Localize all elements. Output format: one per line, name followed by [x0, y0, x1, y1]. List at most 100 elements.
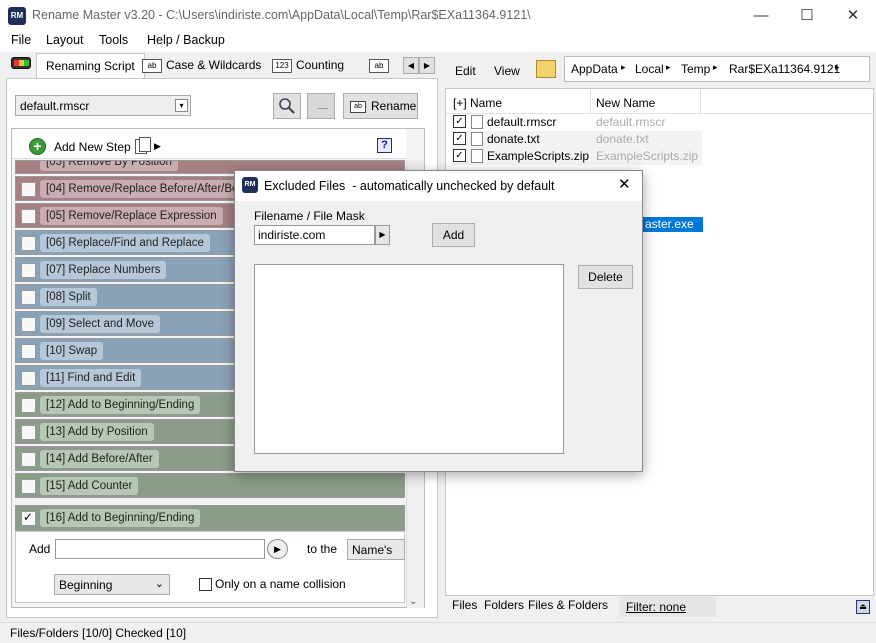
file-checkbox[interactable]: ✓: [453, 132, 466, 145]
menu-file[interactable]: File: [11, 33, 31, 47]
add-new-step-button[interactable]: Add New Step: [54, 140, 131, 154]
step-checkbox[interactable]: [21, 209, 36, 224]
step-label: [15] Add Counter: [40, 477, 139, 495]
script-traffic-icon: [11, 57, 31, 69]
tab-counting[interactable]: 123 Counting: [272, 55, 344, 77]
view-menu[interactable]: View: [494, 64, 520, 78]
breadcrumb-temp[interactable]: Temp: [681, 62, 710, 76]
step-checkbox[interactable]: [21, 452, 36, 467]
case-icon: ab: [142, 58, 162, 73]
tab-label: Counting: [296, 58, 345, 72]
folder-up-icon[interactable]: [536, 60, 556, 78]
step-checkbox[interactable]: [21, 371, 36, 386]
file-new-name: donate.txt: [596, 132, 649, 146]
dialog-close-button[interactable]: ✕: [618, 175, 631, 193]
tab-case-wildcards[interactable]: ab Case & Wildcards: [142, 55, 261, 77]
delete-mask-button[interactable]: Delete: [578, 265, 633, 289]
tab-files-folders[interactable]: Files & Folders: [528, 598, 608, 612]
add-text-input[interactable]: [55, 539, 265, 559]
dialog-app-icon: RM: [242, 177, 258, 193]
tab-renaming-script[interactable]: Renaming Script: [36, 53, 145, 78]
column-divider: [590, 90, 591, 114]
step-label: [05] Remove/Replace Expression: [40, 207, 223, 225]
breadcrumb-separator-icon: ▸: [835, 62, 840, 72]
column-name-header[interactable]: [+] Name: [453, 96, 502, 110]
mask-input[interactable]: indiriste.com: [254, 225, 375, 245]
menu-tools[interactable]: Tools: [99, 33, 128, 47]
magnifier-icon: [279, 98, 295, 114]
dialog-title: Excluded Files - automatically unchecked…: [264, 179, 555, 193]
minimize-button[interactable]: —: [738, 0, 784, 31]
step-checkbox[interactable]: [21, 479, 36, 494]
file-icon: [471, 115, 483, 129]
menu-help-backup[interactable]: Help / Backup: [147, 33, 225, 47]
edit-menu[interactable]: Edit: [455, 64, 476, 78]
menu-layout[interactable]: Layout: [46, 33, 84, 47]
step-checkbox[interactable]: [21, 425, 36, 440]
tab-files[interactable]: Files: [452, 598, 477, 612]
eject-icon[interactable]: ⏏: [856, 600, 870, 614]
tab-scroll-right-button[interactable]: ▶: [419, 57, 435, 74]
selected-file-fragment[interactable]: aster.exe: [643, 217, 703, 232]
help-icon[interactable]: ?: [377, 138, 392, 153]
steps-menu-icon[interactable]: ▶: [135, 137, 161, 157]
breadcrumb-rar[interactable]: Rar$EXa11364.9121: [729, 62, 840, 76]
column-divider: [700, 90, 701, 114]
step-checkbox[interactable]: [21, 317, 36, 332]
collision-label: Only on a name collision: [215, 577, 346, 591]
file-list-header: [446, 89, 873, 114]
step-label: [14] Add Before/After: [40, 450, 159, 468]
step-checkbox[interactable]: ✓: [21, 510, 36, 526]
file-checkbox[interactable]: ✓: [453, 149, 466, 162]
tab-scroll-left-button[interactable]: ◀: [403, 57, 419, 74]
tab-more[interactable]: ab: [369, 55, 393, 77]
close-button[interactable]: ✕: [830, 0, 876, 31]
rename-label: Rename: [371, 99, 417, 113]
file-icon: [471, 132, 483, 146]
breadcrumb-separator-icon: ▸: [621, 62, 626, 72]
file-row[interactable]: ✓ default.rmscr default.rmscr: [452, 114, 702, 131]
tab-label: Renaming Script: [46, 59, 135, 73]
step-label: [11] Find and Edit: [40, 369, 142, 387]
mask-menu-icon[interactable]: ▶: [375, 225, 390, 245]
add-step-icon[interactable]: +: [29, 138, 46, 155]
file-new-name: ExampleScripts.zip: [596, 149, 699, 163]
step-checkbox[interactable]: [21, 398, 36, 413]
step-checkbox[interactable]: [21, 182, 36, 197]
step-label: [09] Select and Move: [40, 315, 161, 333]
breadcrumb-local[interactable]: Local: [635, 62, 664, 76]
menu-bar: [0, 31, 876, 52]
breadcrumb-appdata[interactable]: AppData: [571, 62, 618, 76]
column-new-name-header[interactable]: New Name: [596, 96, 655, 110]
maximize-button[interactable]: ☐: [784, 0, 830, 31]
scroll-down-icon[interactable]: ⌄: [409, 596, 417, 607]
active-step-header[interactable]: ✓ [16] Add to Beginning/Ending: [15, 505, 405, 531]
file-icon: [471, 149, 483, 163]
file-row[interactable]: ✓ donate.txt donate.txt: [452, 131, 702, 148]
collision-checkbox[interactable]: [199, 578, 212, 591]
step-checkbox[interactable]: [21, 290, 36, 305]
script-select-value: default.rmscr: [20, 99, 90, 113]
step-checkbox[interactable]: [21, 263, 36, 278]
file-name: ExampleScripts.zip: [487, 149, 590, 163]
file-checkbox[interactable]: ✓: [453, 115, 466, 128]
search-button[interactable]: [273, 93, 301, 119]
disabled-button[interactable]: [307, 93, 335, 119]
step-checkbox[interactable]: [21, 344, 36, 359]
breadcrumb-separator-icon: ▸: [713, 62, 718, 72]
script-step[interactable]: [15] Add Counter: [15, 473, 405, 498]
filter-status[interactable]: Filter: none: [619, 597, 716, 617]
status-text: Files/Folders [10/0] Checked [10]: [10, 626, 187, 640]
insert-menu-icon[interactable]: ▶: [267, 539, 288, 559]
rename-button[interactable]: ab Rename: [343, 93, 418, 119]
excluded-list[interactable]: [254, 264, 564, 454]
target-select[interactable]: Name's: [347, 539, 405, 560]
step-label: [12] Add to Beginning/Ending: [40, 396, 201, 414]
check-icon: ✓: [23, 510, 34, 524]
tab-folders[interactable]: Folders: [484, 598, 524, 612]
step-checkbox[interactable]: [21, 236, 36, 251]
file-row[interactable]: ✓ ExampleScripts.zip ExampleScripts.zip: [452, 148, 702, 165]
script-select[interactable]: default.rmscr ▾: [15, 95, 191, 116]
position-select[interactable]: Beginning ⌄: [54, 574, 170, 595]
add-mask-button[interactable]: Add: [432, 223, 475, 247]
